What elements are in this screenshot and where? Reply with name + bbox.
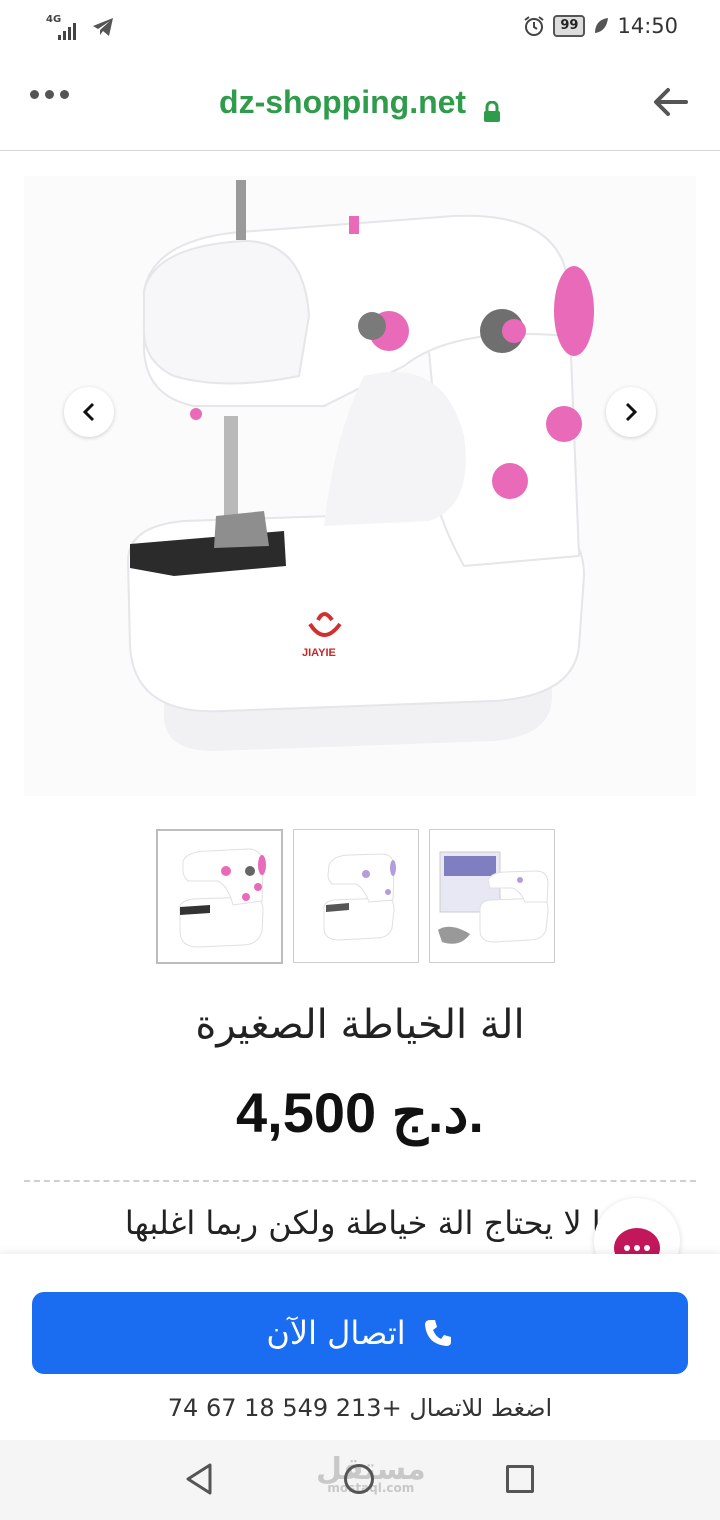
thumbnail-3[interactable] xyxy=(429,829,555,963)
chevron-left-icon xyxy=(82,402,95,422)
chevron-right-icon xyxy=(625,402,638,422)
alarm-icon xyxy=(524,16,544,36)
product-price: 4,500 د.ج. xyxy=(236,1081,484,1144)
url-display[interactable]: dz-shopping.net xyxy=(0,84,720,122)
sewing-machine-illustration: JIAYIE xyxy=(24,176,696,796)
status-bar: 4G 99 14:50 xyxy=(0,0,720,56)
status-right: 99 14:50 xyxy=(523,14,678,38)
product-image: JIAYIE xyxy=(24,176,696,796)
browser-url-bar: dz-shopping.net xyxy=(0,56,720,151)
battery-level: 99 xyxy=(553,15,586,37)
nav-home-icon[interactable] xyxy=(344,1464,374,1494)
nav-recents-icon[interactable] xyxy=(506,1465,534,1493)
thumbnail-strip xyxy=(156,829,555,964)
status-left: 4G xyxy=(46,14,114,40)
telegram-icon xyxy=(93,18,113,36)
system-nav-bar: مستقل mostaql.com xyxy=(0,1440,720,1520)
phone-icon xyxy=(424,1320,451,1346)
call-hint: اضغط للاتصال +213 549 18 67 74 xyxy=(167,1394,553,1422)
clock: 14:50 xyxy=(617,14,678,38)
call-now-label: اتصال الآن xyxy=(266,1314,406,1352)
nav-back-icon[interactable] xyxy=(184,1462,214,1496)
thumbnail-1[interactable] xyxy=(156,829,283,964)
leaf-icon xyxy=(595,18,609,33)
call-to-action-bar: اتصال الآن اضغط للاتصال +213 549 18 67 7… xyxy=(0,1254,720,1440)
prev-image-button[interactable] xyxy=(64,387,114,437)
back-arrow-icon[interactable] xyxy=(650,84,690,120)
url-text: dz-shopping.net xyxy=(219,84,467,120)
product-title: الة الخياطة الصغيرة xyxy=(195,1002,525,1048)
product-description: من منا لا يحتاج الة خياطة ولكن ربما اغلب… xyxy=(124,1204,680,1242)
lock-icon xyxy=(483,94,501,122)
signal-icon: 4G xyxy=(46,14,80,40)
call-now-button[interactable]: اتصال الآن xyxy=(32,1292,688,1374)
thumbnail-2[interactable] xyxy=(293,829,419,963)
next-image-button[interactable] xyxy=(606,387,656,437)
divider xyxy=(24,1180,696,1182)
brand-logo-text: JIAYIE xyxy=(302,647,336,659)
